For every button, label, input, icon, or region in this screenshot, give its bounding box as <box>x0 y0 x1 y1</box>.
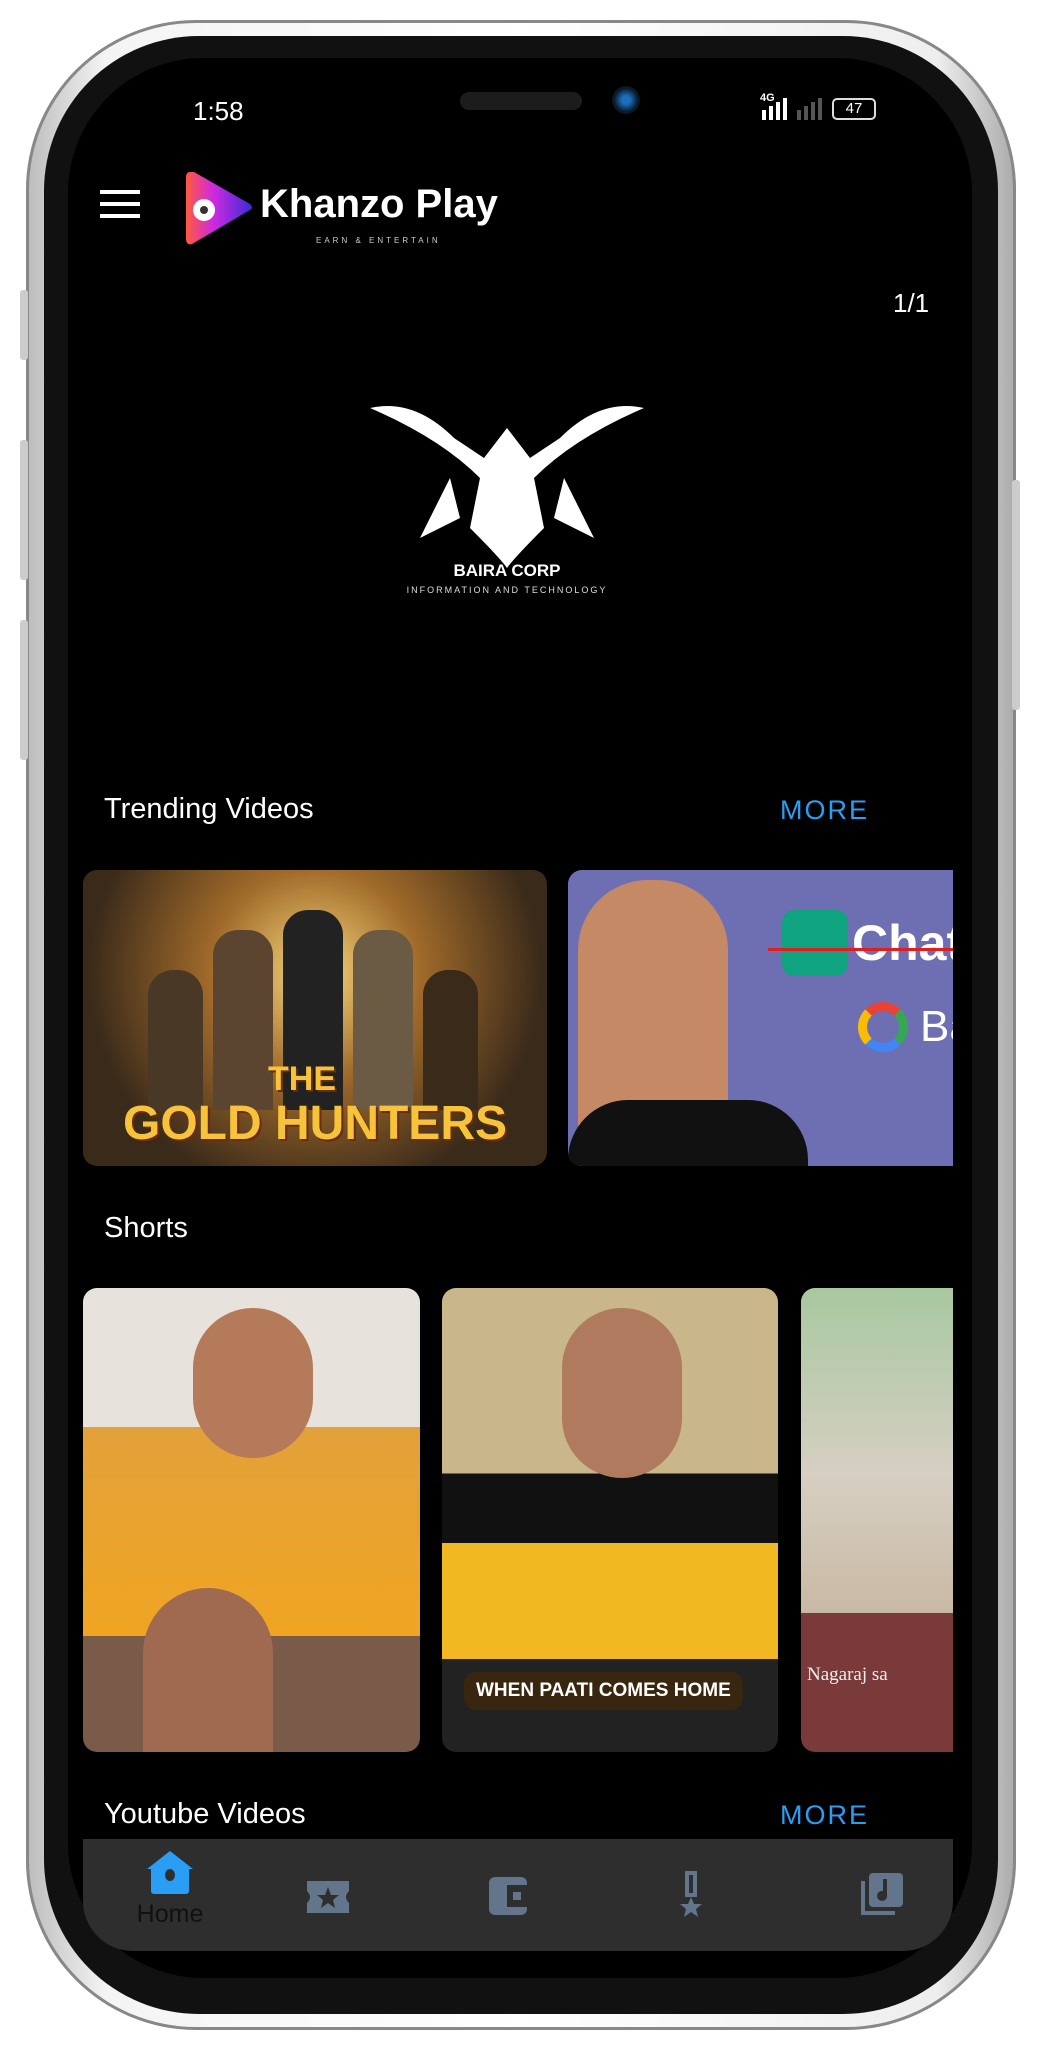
nav-home[interactable]: Home <box>125 1849 215 1944</box>
volume-up-button <box>20 440 28 580</box>
home-icon <box>147 1851 193 1894</box>
trending-title: Trending Videos <box>104 793 314 825</box>
banner-brand-sub: INFORMATION AND TECHNOLOGY <box>406 585 608 595</box>
thumbnail-title-top: THE <box>268 1060 336 1098</box>
medal-icon <box>680 1871 702 1917</box>
status-icons: 4G 47 <box>760 92 876 120</box>
front-camera <box>612 86 640 114</box>
nav-music[interactable] <box>859 1871 919 1931</box>
power-button <box>1012 480 1020 710</box>
chatgpt-logo-icon <box>782 910 848 976</box>
thumbnail-person <box>562 1308 682 1478</box>
trending-more-button[interactable]: MORE <box>780 795 869 826</box>
trending-video-card[interactable]: THE GOLD HUNTERS <box>83 870 547 1166</box>
music-library-icon <box>861 1873 903 1915</box>
signal-icon: 4G <box>760 92 787 120</box>
battery-level: 47 <box>845 100 863 117</box>
nav-home-label: Home <box>136 1900 204 1928</box>
thumbnail-overlay-text: Chat <box>852 915 953 971</box>
network-type: 4G <box>760 92 775 104</box>
app-tagline: EARN & ENTERTAIN <box>316 236 441 245</box>
ticket-star-icon <box>307 1881 349 1913</box>
trending-video-card[interactable]: Chat Ba <box>568 870 953 1166</box>
youtube-title: Youtube Videos <box>104 1798 306 1830</box>
short-caption: WHEN PAATI COMES HOME <box>464 1672 743 1710</box>
nav-wallet[interactable] <box>487 1875 547 1935</box>
strike-line <box>768 948 953 951</box>
hamburger-icon[interactable] <box>100 190 140 218</box>
nav-rewards[interactable] <box>305 1879 365 1939</box>
signal-icon-sim2 <box>797 98 822 120</box>
thumbnail-title: GOLD HUNTERS <box>123 1097 507 1150</box>
side-button <box>20 290 28 360</box>
app-name: Khanzo Play <box>260 182 498 226</box>
thumbnail-shirt <box>568 1100 808 1166</box>
short-video-card[interactable]: WHEN PAATI COMES HOME <box>442 1288 778 1752</box>
thumbnail-sub-text: Ba <box>920 1002 953 1051</box>
app-logo-icon <box>182 168 254 248</box>
speaker-grille <box>460 92 582 110</box>
bottom-nav: Home <box>83 1839 953 1951</box>
google-logo-icon <box>858 1002 908 1052</box>
banner-counter: 1/1 <box>893 288 930 318</box>
volume-down-button <box>20 620 28 760</box>
shorts-title: Shorts <box>104 1212 188 1244</box>
short-video-card[interactable]: Nagaraj sa <box>801 1288 953 1752</box>
status-time: 1:58 <box>193 96 244 126</box>
battery-icon: 47 <box>832 98 876 120</box>
banner-slide[interactable]: BAIRA CORP INFORMATION AND TECHNOLOGY <box>360 368 654 608</box>
short-video-card[interactable] <box>83 1288 420 1752</box>
thumbnail-child <box>143 1588 273 1752</box>
nav-achievements[interactable] <box>677 1871 737 1931</box>
thumbnail-person <box>193 1308 313 1458</box>
baira-corp-logo-icon <box>370 406 644 568</box>
wallet-icon <box>489 1877 527 1915</box>
short-caption: Nagaraj sa <box>807 1664 888 1685</box>
youtube-more-button[interactable]: MORE <box>780 1800 869 1831</box>
